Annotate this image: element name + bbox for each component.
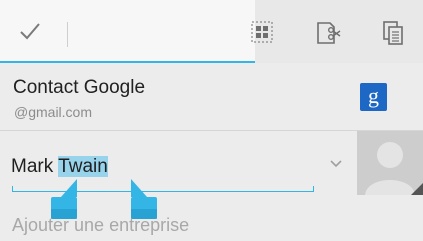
account-email: @gmail.com — [14, 104, 93, 120]
check-icon — [20, 23, 40, 40]
name-text-unselected: Mark — [11, 156, 59, 177]
underline-tick — [12, 186, 13, 192]
google-account-icon: g — [360, 83, 387, 111]
contact-photo[interactable] — [357, 131, 423, 195]
chevron-down-icon[interactable] — [329, 159, 343, 169]
select-all-icon — [251, 21, 273, 43]
copy-button[interactable] — [371, 10, 415, 54]
name-field[interactable]: Mark Twain — [11, 156, 108, 178]
name-text-selected: Twain — [58, 156, 108, 177]
scissors-icon — [317, 22, 341, 44]
done-button[interactable] — [0, 0, 66, 63]
account-header: Contact Google @gmail.com g — [0, 63, 423, 131]
selection-start-handle[interactable] — [49, 179, 77, 219]
divider — [67, 22, 68, 47]
account-type-label: Contact Google — [13, 77, 146, 98]
name-section: Mark Twain Ajouter une entreprise — [0, 131, 423, 241]
copy-icon — [383, 21, 403, 45]
cut-button[interactable] — [305, 10, 349, 54]
company-field[interactable]: Ajouter une entreprise — [12, 215, 189, 236]
underline-tick — [313, 186, 314, 192]
contextual-action-bar — [0, 0, 255, 63]
action-bar — [0, 0, 423, 63]
default-contact-photo-icon — [357, 131, 423, 195]
select-all-button[interactable] — [240, 10, 284, 54]
selection-end-handle[interactable] — [131, 179, 159, 219]
